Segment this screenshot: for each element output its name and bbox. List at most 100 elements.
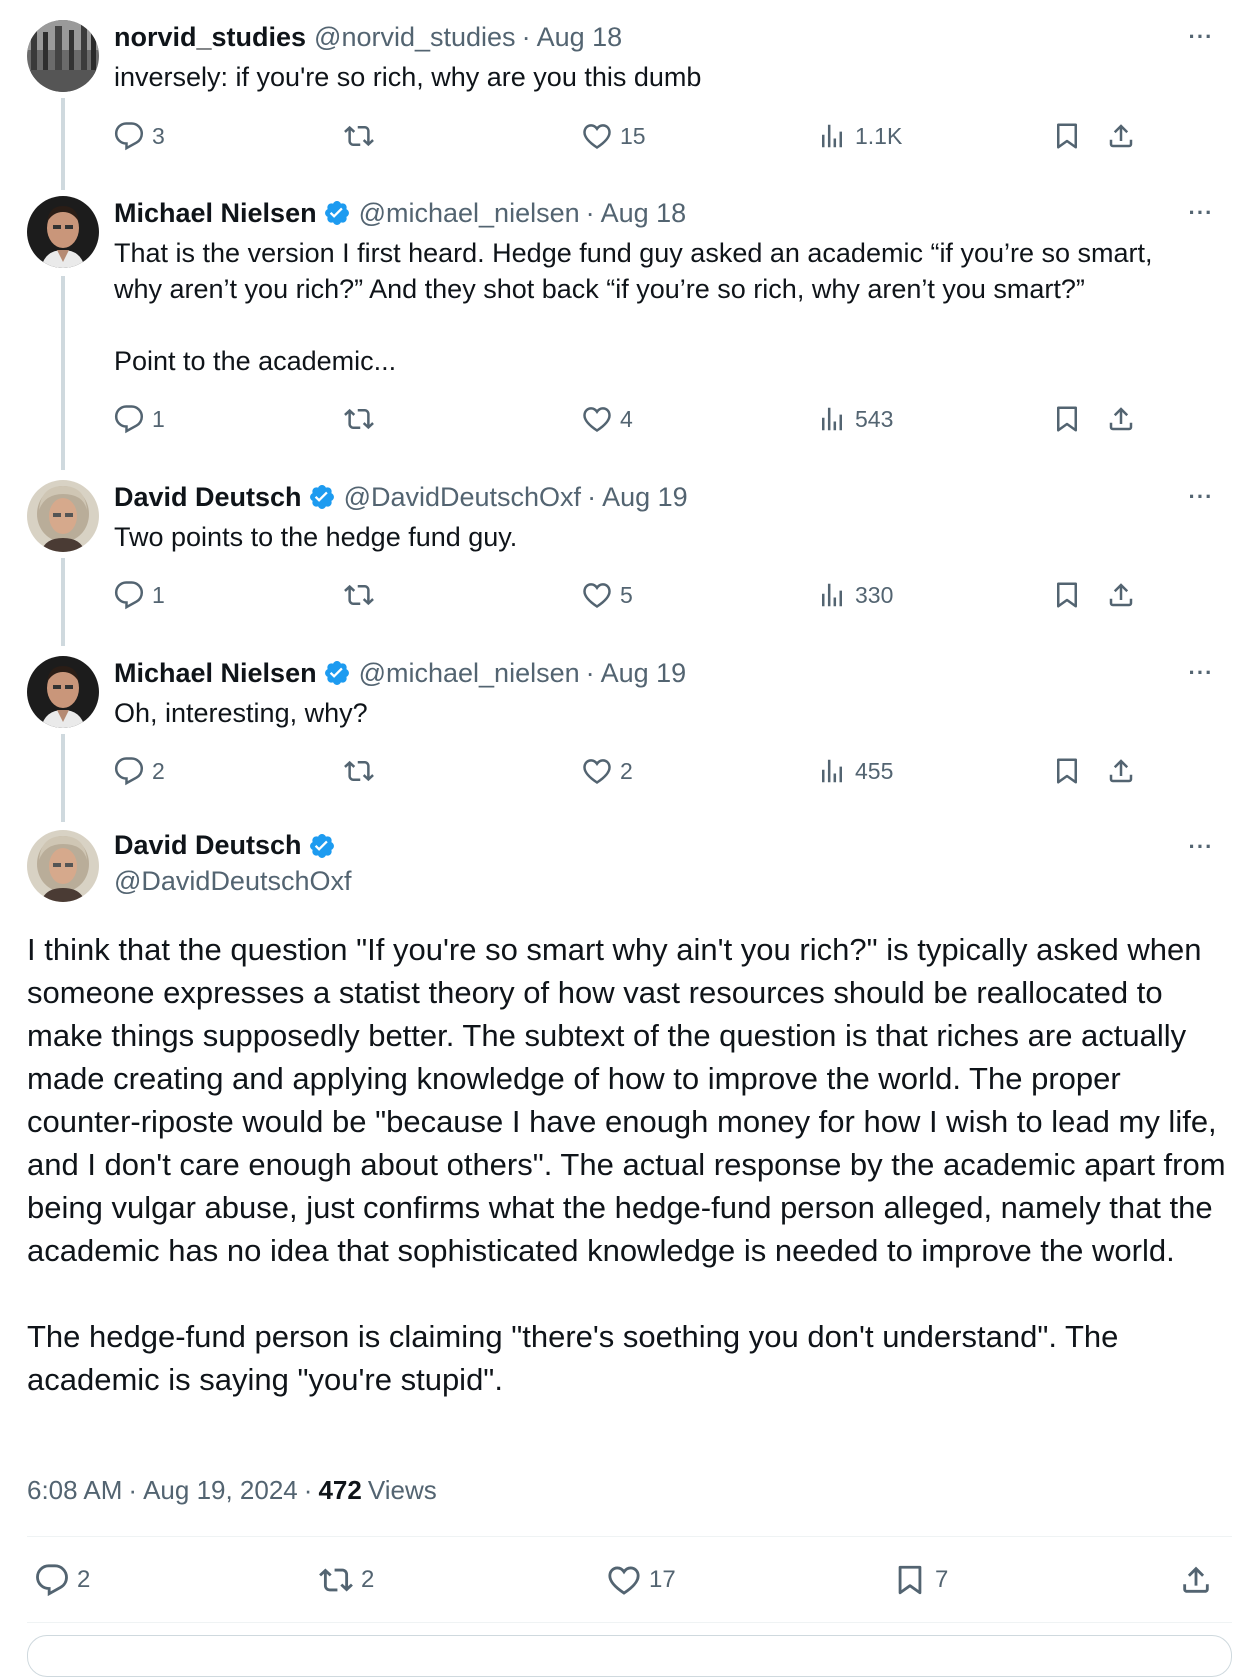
repost-button[interactable] [344, 399, 382, 439]
repost-button[interactable] [344, 116, 382, 156]
bookmark-button[interactable] [1052, 751, 1082, 791]
tweet-actions: 1 4 543 [114, 399, 1204, 439]
like-count: 4 [620, 405, 633, 432]
more-options-icon[interactable]: ··· [1186, 482, 1216, 512]
user-handle[interactable]: @DavidDeutschOxf [344, 482, 582, 513]
repost-icon [344, 408, 374, 430]
reply-composer[interactable] [27, 1635, 1232, 1677]
more-options-icon[interactable]: ··· [1186, 198, 1216, 228]
bookmark-icon [1057, 406, 1077, 432]
views-button[interactable]: 543 [817, 399, 893, 439]
analytics-icon [822, 407, 842, 431]
reply-button[interactable]: 1 [114, 575, 165, 615]
tweet-date[interactable]: Aug 19 [602, 482, 688, 513]
repost-icon [344, 125, 374, 147]
user-handle[interactable]: @norvid_studies [314, 22, 516, 53]
bookmark-button[interactable] [1052, 116, 1082, 156]
view-count: 330 [855, 581, 894, 608]
repost-button[interactable] [344, 751, 382, 791]
avatar[interactable] [27, 656, 99, 728]
separator: · [585, 657, 595, 688]
display-name[interactable]: David Deutsch [114, 482, 302, 513]
thread-connector [61, 734, 65, 822]
bookmark-count: 7 [935, 1566, 949, 1593]
avatar[interactable] [27, 830, 99, 902]
more-options-icon[interactable]: ··· [1186, 658, 1216, 688]
repost-icon [344, 760, 374, 782]
display-name[interactable]: Michael Nielsen [114, 198, 317, 229]
avatar[interactable] [27, 196, 99, 268]
separator: · [585, 197, 595, 228]
view-count: 543 [855, 405, 894, 432]
reply-icon [36, 1564, 68, 1597]
share-icon [1109, 583, 1133, 607]
like-count: 17 [649, 1566, 676, 1593]
more-options-icon[interactable]: ··· [1186, 832, 1216, 862]
repost-button[interactable]: 2 [319, 1558, 374, 1602]
heart-icon [583, 759, 611, 784]
share-icon [1109, 124, 1133, 148]
share-button[interactable] [1106, 751, 1136, 791]
tweet-time[interactable]: 6:08 AM [27, 1475, 122, 1506]
tweet-text: That is the version I first heard. Hedge… [114, 238, 1153, 376]
like-button[interactable]: 2 [582, 751, 633, 791]
bookmark-button[interactable] [1052, 399, 1082, 439]
views-count: 472 [318, 1475, 362, 1505]
share-button[interactable] [1179, 1558, 1213, 1602]
avatar[interactable] [27, 20, 99, 92]
share-icon [1183, 1566, 1209, 1593]
repost-icon [344, 584, 374, 606]
verified-badge-icon [323, 659, 351, 687]
more-options-icon[interactable]: ··· [1186, 22, 1216, 52]
tweet-date[interactable]: Aug 19, 2024 [143, 1475, 298, 1506]
views-button[interactable]: 1.1K [817, 116, 902, 156]
user-handle[interactable]: @michael_nielsen [359, 658, 580, 689]
tweet-header: norvid_studies @norvid_studies · Aug 18 [114, 20, 622, 54]
reply-count: 2 [77, 1566, 91, 1593]
views-button[interactable]: 330 [817, 575, 893, 615]
bookmark-button[interactable]: 7 [893, 1558, 948, 1602]
tweet-text: Two points to the hedge fund guy. [114, 522, 518, 552]
views-button[interactable]: 455 [817, 751, 893, 791]
display-name[interactable]: norvid_studies [114, 22, 306, 53]
reply-count: 2 [152, 757, 165, 784]
tweet-actions: 2 2 455 [114, 751, 1204, 791]
thread-connector [61, 558, 65, 646]
share-icon [1109, 759, 1133, 783]
share-button[interactable] [1106, 399, 1136, 439]
tweet-header: David Deutsch @DavidDeutschOxf · Aug 19 [114, 480, 688, 514]
like-button[interactable]: 4 [582, 399, 633, 439]
analytics-icon [822, 759, 842, 783]
display-name[interactable]: David Deutsch [114, 830, 302, 861]
user-handle[interactable]: @michael_nielsen [359, 198, 580, 229]
reply-button[interactable]: 3 [114, 116, 165, 156]
repost-button[interactable] [344, 575, 382, 615]
tweet-actions: 1 5 330 [114, 575, 1204, 615]
share-button[interactable] [1106, 575, 1136, 615]
tweet-date[interactable]: Aug 18 [537, 22, 623, 53]
user-handle[interactable]: @DavidDeutschOxf [114, 866, 352, 897]
main-tweet-actions: 2 2 17 7 [27, 1558, 1227, 1602]
like-button[interactable]: 5 [582, 575, 633, 615]
heart-icon [583, 583, 611, 608]
share-button[interactable] [1106, 116, 1136, 156]
reply-button[interactable]: 2 [114, 751, 165, 791]
reply-button[interactable]: 2 [35, 1558, 90, 1602]
tweet-date[interactable]: Aug 19 [601, 658, 687, 689]
separator: · [587, 481, 597, 512]
views-label: Views [367, 1475, 437, 1505]
avatar[interactable] [27, 480, 99, 552]
share-icon [1109, 407, 1133, 431]
bookmark-button[interactable] [1052, 575, 1082, 615]
view-count: 455 [855, 757, 894, 784]
view-count: 1.1K [855, 122, 903, 149]
man-portrait-icon [27, 196, 99, 268]
tweet-date[interactable]: Aug 18 [601, 198, 687, 229]
like-button[interactable]: 15 [582, 116, 646, 156]
reply-button[interactable]: 1 [114, 399, 165, 439]
tweet-actions: 3 15 1.1K [114, 116, 1204, 156]
bookmark-icon [1057, 758, 1077, 784]
like-button[interactable]: 17 [607, 1558, 676, 1602]
display-name[interactable]: Michael Nielsen [114, 658, 317, 689]
heart-icon [583, 124, 611, 149]
